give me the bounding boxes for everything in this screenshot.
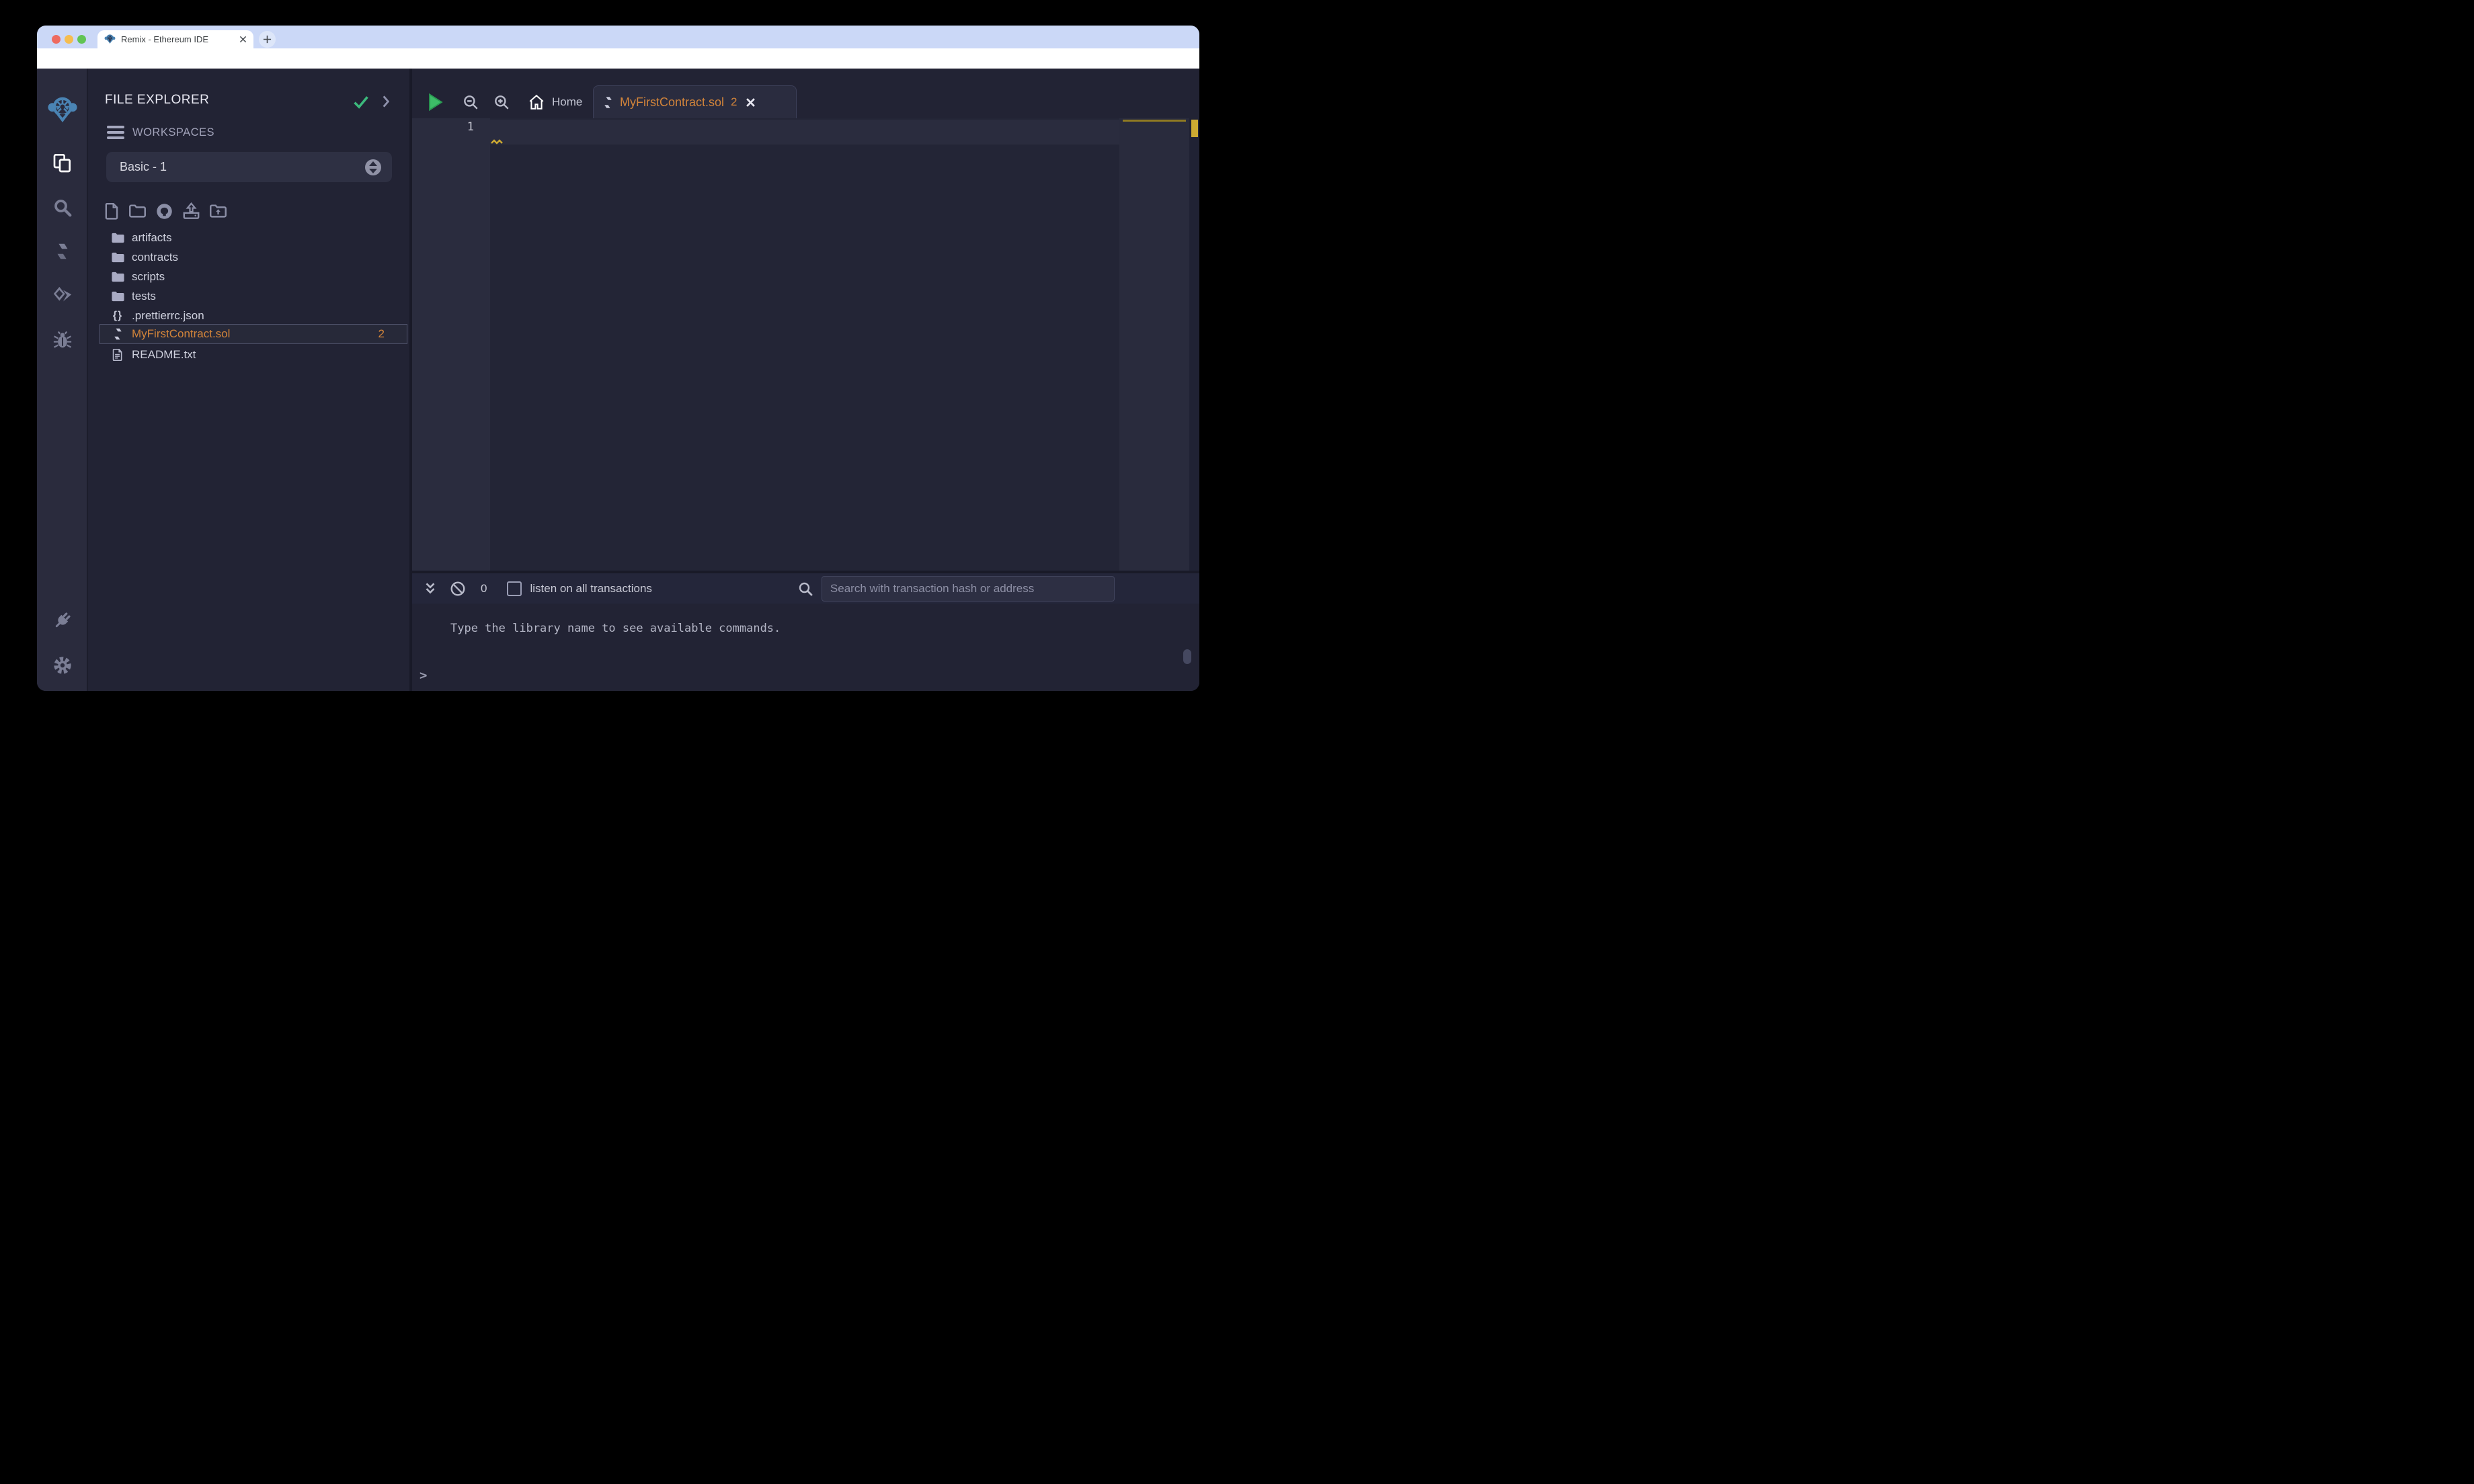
browser-tab-strip: Remix - Ethereum IDE <box>37 26 1199 48</box>
listen-checkbox[interactable] <box>507 581 522 596</box>
transaction-search-input[interactable] <box>821 575 1115 602</box>
run-script-play-icon[interactable] <box>427 85 444 118</box>
problem-count-badge: 2 <box>378 327 385 340</box>
terminal-output[interactable]: Type the library name to see available c… <box>412 604 1199 691</box>
folder-icon <box>110 251 126 263</box>
minimap-warning-mark <box>1123 120 1186 122</box>
remix-logo-icon[interactable] <box>37 95 88 126</box>
warning-squiggle <box>491 139 503 145</box>
browser-window: Remix - Ethereum IDE FILE EXPLORER WORKS… <box>37 26 1199 691</box>
terminal-prompt: > <box>420 668 428 683</box>
upload-file-icon[interactable] <box>182 202 200 220</box>
new-file-icon[interactable] <box>104 202 120 220</box>
tree-row-scripts[interactable]: scripts <box>110 267 399 286</box>
tree-row-artifacts[interactable]: artifacts <box>110 228 399 247</box>
current-line-highlight <box>490 120 1119 145</box>
zoom-out-icon[interactable] <box>462 85 479 118</box>
tab-myfirstcontract-active[interactable]: MyFirstContract.sol 2 <box>593 85 797 118</box>
workspaces-menu-icon[interactable] <box>107 126 124 142</box>
minimize-window-button[interactable] <box>65 35 73 44</box>
editor-minimap[interactable] <box>1119 118 1189 571</box>
zoom-in-icon[interactable] <box>493 85 510 118</box>
chevron-right-icon[interactable] <box>381 94 391 109</box>
new-folder-icon[interactable] <box>128 203 147 219</box>
clear-console-ban-icon[interactable] <box>450 581 466 597</box>
file-explorer-icon[interactable] <box>37 153 88 174</box>
file-actions-toolbar <box>104 202 239 220</box>
overview-warning-marker <box>1191 120 1198 137</box>
tree-row-contracts[interactable]: contracts <box>110 247 399 267</box>
tree-row-myfirstcontract-selected[interactable]: MyFirstContract.sol 2 <box>99 324 407 344</box>
upload-folder-icon[interactable] <box>209 203 227 219</box>
workspace-selected-value: Basic - 1 <box>120 160 167 173</box>
text-file-icon <box>110 348 126 361</box>
editor-tab-bar: Home MyFirstContract.sol 2 <box>412 85 1199 118</box>
tree-row-prettierrc[interactable]: {} .prettierrc.json <box>110 306 399 325</box>
select-stepper-icon <box>365 159 381 175</box>
folder-icon <box>110 290 126 302</box>
editor-scrollbar[interactable] <box>1189 118 1199 571</box>
new-tab-button[interactable] <box>259 31 276 48</box>
workspaces-label: WORKSPACES <box>132 126 215 138</box>
solidity-compiler-icon[interactable] <box>37 241 88 261</box>
browser-tab[interactable]: Remix - Ethereum IDE <box>97 30 253 48</box>
close-window-button[interactable] <box>52 35 61 44</box>
remix-favicon-icon <box>104 34 116 45</box>
browser-tab-title: Remix - Ethereum IDE <box>121 34 209 44</box>
terminal-scrollbar-thumb[interactable] <box>1183 649 1191 664</box>
folder-icon <box>110 271 126 283</box>
code-editor[interactable]: 1 <box>412 118 1199 571</box>
debugger-bug-icon[interactable] <box>37 330 88 350</box>
problem-count-badge: 2 <box>731 95 737 108</box>
tree-row-readme[interactable]: README.txt <box>110 345 399 364</box>
collapse-terminal-icon[interactable] <box>424 581 436 596</box>
solidity-file-icon <box>110 327 126 341</box>
clone-github-icon[interactable] <box>155 202 173 220</box>
json-braces-icon: {} <box>112 309 123 321</box>
line-number: 1 <box>467 120 474 134</box>
terminal-search-icon <box>797 581 813 597</box>
solidity-file-icon <box>603 95 613 110</box>
browser-toolbar: remix.ethereum.org/#lang=en&optimize=fal… <box>37 48 1199 90</box>
plugin-manager-plug-icon[interactable] <box>37 610 88 631</box>
tree-row-tests[interactable]: tests <box>110 286 399 306</box>
close-tab-icon[interactable] <box>746 97 756 108</box>
terminal-message: Type the library name to see available c… <box>450 622 781 635</box>
tab-close-icon[interactable] <box>239 36 247 43</box>
tab-home[interactable]: Home <box>528 85 582 118</box>
zoom-window-button[interactable] <box>77 35 86 44</box>
folder-icon <box>110 232 126 244</box>
workspace-select[interactable]: Basic - 1 <box>106 152 392 182</box>
screenshot-root: Remix - Ethereum IDE FILE EXPLORER WORKS… <box>0 0 1237 742</box>
listen-label: listen on all transactions <box>530 581 652 595</box>
deploy-and-run-icon[interactable] <box>37 286 88 306</box>
editor-gutter: 1 <box>412 118 490 571</box>
search-icon[interactable] <box>37 198 88 218</box>
settings-gear-icon[interactable] <box>37 655 88 676</box>
check-icon <box>352 94 370 110</box>
home-icon <box>528 93 545 111</box>
pending-tx-count: 0 <box>481 581 487 595</box>
panel-title: FILE EXPLORER <box>105 93 210 107</box>
terminal-toolbar: 0 listen on all transactions <box>412 573 1199 604</box>
